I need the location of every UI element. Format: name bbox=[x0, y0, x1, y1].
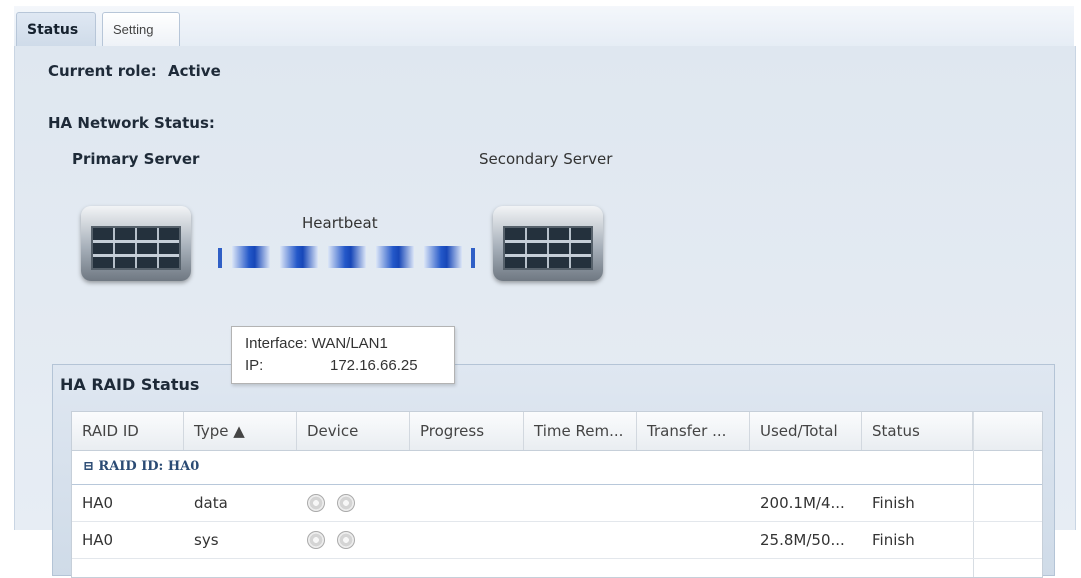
row-used-total: 200.1M/4... bbox=[760, 494, 845, 512]
interface-tooltip: Interface: WAN/LAN1 IP: 172.16.66.25 bbox=[231, 326, 455, 384]
col-transfer[interactable]: Transfer ... bbox=[637, 412, 750, 450]
ha-raid-status-panel: HA RAID Status RAID ID Type ▲ Device Pro… bbox=[52, 364, 1055, 578]
heartbeat-right-end bbox=[471, 248, 475, 268]
heartbeat-segment bbox=[424, 246, 462, 268]
current-role-value: Active bbox=[167, 62, 221, 80]
tab-status[interactable]: Status bbox=[16, 12, 96, 46]
tooltip-ip-value: 172.16.66.25 bbox=[330, 357, 418, 374]
disk-icon[interactable] bbox=[337, 494, 355, 512]
table-row[interactable]: HA0 data 200.1M/4... Finish bbox=[72, 485, 1042, 522]
secondary-server-label: Secondary Server bbox=[479, 150, 613, 168]
primary-server-icon bbox=[81, 206, 191, 281]
primary-server-label: Primary Server bbox=[72, 150, 200, 168]
disk-icon[interactable] bbox=[307, 494, 325, 512]
current-role-label: Current role: bbox=[48, 62, 157, 80]
row-progress bbox=[410, 522, 524, 558]
secondary-server-icon bbox=[493, 206, 603, 281]
heartbeat-segment bbox=[232, 246, 270, 268]
tab-setting[interactable]: Setting bbox=[102, 12, 180, 46]
ha-window: Status Setting Current role: Active HA N… bbox=[14, 6, 1076, 578]
status-panel: Current role: Active HA Network Status: … bbox=[14, 46, 1076, 578]
heartbeat-segment bbox=[376, 246, 414, 268]
raid-grid-header: RAID ID Type ▲ Device Progress Time Rem.… bbox=[72, 412, 1042, 451]
tooltip-interface-label: Interface: bbox=[245, 335, 308, 352]
row-raid-id: HA0 bbox=[82, 531, 114, 549]
tab-bar: Status Setting bbox=[14, 6, 1074, 47]
row-raid-id: HA0 bbox=[82, 494, 114, 512]
tooltip-interface: Interface: WAN/LAN1 bbox=[245, 335, 388, 352]
tooltip-ip-label: IP: bbox=[245, 357, 264, 374]
col-device[interactable]: Device bbox=[297, 412, 410, 450]
row-type: data bbox=[194, 494, 228, 512]
raid-group-header[interactable]: ⊟ RAID ID: HA0 bbox=[72, 450, 1042, 485]
col-time-remaining[interactable]: Time Rem... bbox=[524, 412, 637, 450]
heartbeat-segment bbox=[328, 246, 366, 268]
col-progress[interactable]: Progress bbox=[410, 412, 524, 450]
col-raid-id[interactable]: RAID ID bbox=[72, 412, 184, 450]
raid-grid: RAID ID Type ▲ Device Progress Time Rem.… bbox=[71, 411, 1043, 578]
row-status: Finish bbox=[872, 494, 915, 512]
heartbeat-label: Heartbeat bbox=[302, 214, 378, 232]
col-used-total[interactable]: Used/Total bbox=[750, 412, 862, 450]
heartbeat-bar bbox=[218, 246, 480, 268]
raid-status-title: HA RAID Status bbox=[60, 375, 200, 394]
col-type[interactable]: Type ▲ bbox=[184, 412, 297, 450]
col-status[interactable]: Status bbox=[862, 412, 973, 450]
row-progress bbox=[410, 485, 524, 521]
row-used-total: 25.8M/50... bbox=[760, 531, 845, 549]
current-role: Current role: Active bbox=[48, 62, 221, 80]
ha-network-title: HA Network Status: bbox=[48, 114, 215, 132]
raid-group-label[interactable]: ⊟ RAID ID: HA0 bbox=[83, 459, 199, 474]
heartbeat-left-end bbox=[218, 248, 222, 268]
table-row[interactable]: HA0 sys 25.8M/50... Finish bbox=[72, 522, 1042, 559]
row-type: sys bbox=[194, 531, 219, 549]
row-status: Finish bbox=[872, 531, 915, 549]
tooltip-interface-value: WAN/LAN1 bbox=[311, 335, 388, 352]
heartbeat-segment bbox=[280, 246, 318, 268]
